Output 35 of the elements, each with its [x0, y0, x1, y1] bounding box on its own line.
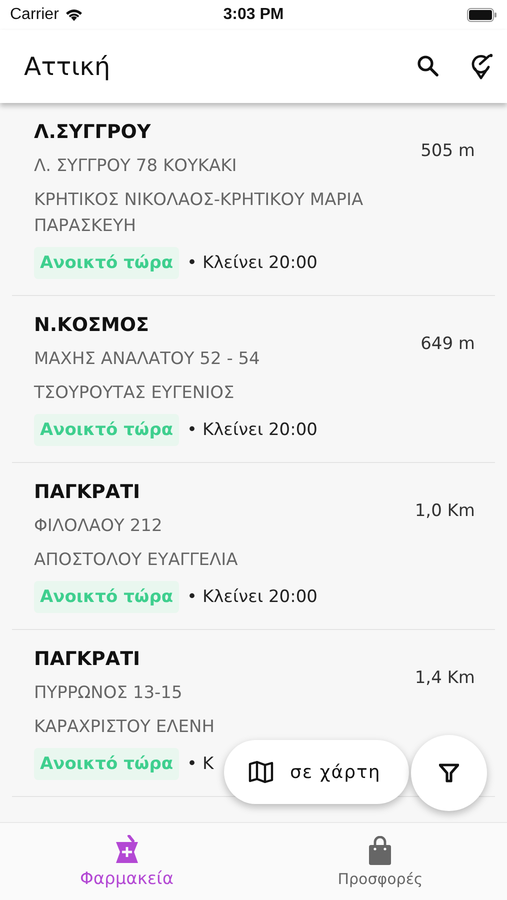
distance: 649 m [420, 334, 475, 354]
pharmacy-name: Λ.ΣΥΓΓΡΟΥ [34, 120, 151, 145]
pharmacy-name: Ν.ΚΟΣΜΟΣ [34, 313, 150, 338]
shopping-bag-icon [367, 836, 394, 866]
battery-icon [467, 8, 497, 22]
carrier-name: Carrier [10, 6, 59, 24]
pharmacist-name: ΤΣΟΥΡΟΥΤΑΣ ΕΥΓΕΝΙΟΣ [34, 382, 234, 405]
distance: 505 m [420, 141, 475, 161]
open-status-badge: Ανοικτό τώρα [34, 581, 180, 613]
closing-time: • Κ [187, 754, 214, 774]
closing-time: • Κλείνει 20:00 [187, 253, 318, 273]
tab[interactable]: Φαρμακεία [0, 823, 254, 900]
tab[interactable]: Προσφορές [254, 823, 507, 900]
region-title: Αττική [24, 52, 110, 81]
open-status-badge: Ανοικτό τώρα [34, 247, 180, 279]
pharmacist-name: ΚΡΗΤΙΚΟΣ ΝΙΚΟΛΑΟΣ-ΚΡΗΤΙΚΟΥ ΜΑΡΙΑ ΠΑΡΑΣΚΕΥΗ [34, 189, 364, 238]
pharmacy-address: Λ. ΣΥΓΓΡΟΥ 78 ΚΟΥΚΑΚΙ [34, 155, 237, 178]
map-button[interactable]: σε χάρτη [224, 740, 409, 804]
pharmacy-address: ΜΑΧΗΣ ΑΝΑΛΑΤΟΥ 52 - 54 [34, 348, 260, 371]
status-time: 3:03 PM [223, 6, 284, 24]
filter-icon [439, 763, 459, 783]
pharmacy-address: ΦΙΛΟΛΑΟΥ 212 [34, 515, 162, 538]
closing-time: • Κλείνει 20:00 [187, 420, 318, 440]
distance: 1,0 Km [414, 501, 475, 521]
map-icon [248, 760, 274, 784]
open-status-badge: Ανοικτό τώρα [34, 748, 180, 780]
wifi-icon [64, 8, 84, 22]
pharmacy-address: ΠΥΡΡΩΝΟΣ 13-15 [34, 682, 182, 705]
pharmacy-name: ΠΑΓΚΡΑΤΙ [34, 480, 140, 505]
distance: 1,4 Km [414, 668, 475, 688]
closing-time: • Κλείνει 20:00 [187, 587, 318, 607]
pharmacist-name: ΚΑΡΑΧΡΙΣΤΟΥ ΕΛΕΝΗ [34, 716, 214, 739]
pharmacy-name: ΠΑΓΚΡΑΤΙ [34, 647, 140, 672]
pharmacist-name: ΑΠΟΣΤΟΛΟΥ ΕΥΑΓΓΕΛΙΑ [34, 549, 238, 572]
open-status-badge: Ανοικτό τώρα [34, 414, 180, 446]
